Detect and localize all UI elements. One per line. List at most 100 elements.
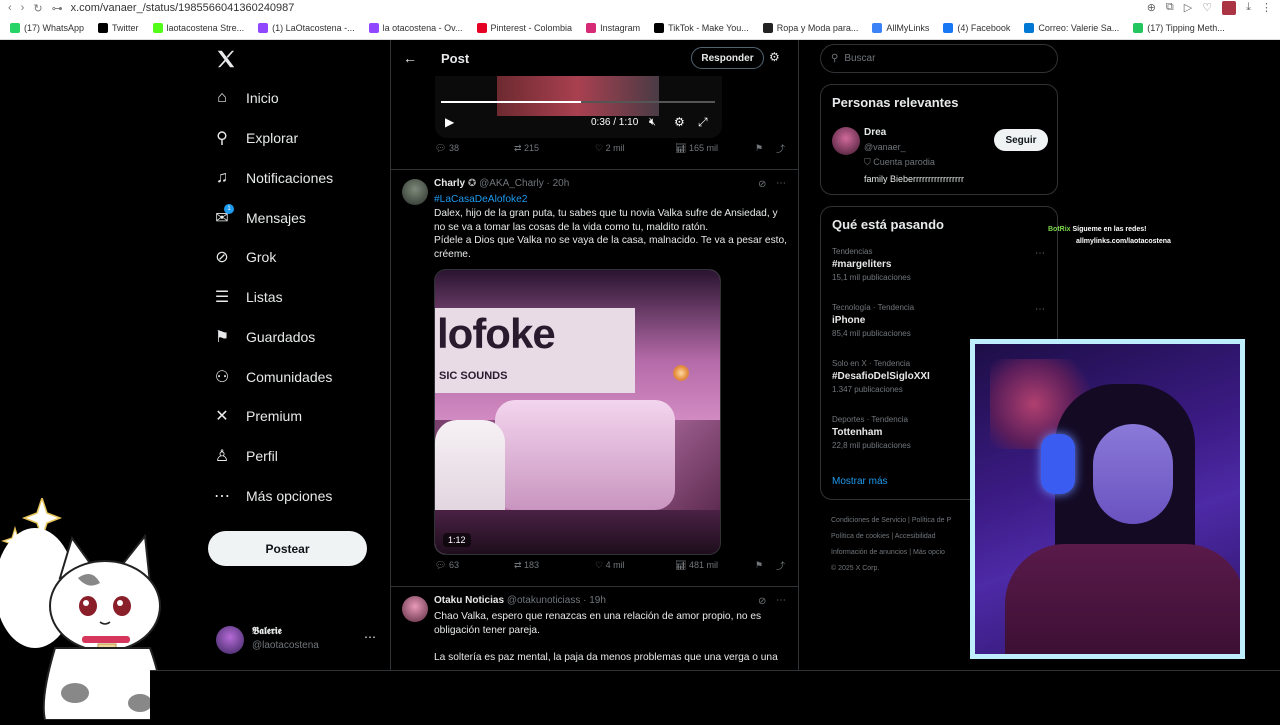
reply-settings-icon[interactable]: ⚙ (769, 50, 780, 64)
x-logo-icon[interactable] (215, 48, 237, 70)
settings-icon[interactable]: ⚙ (674, 115, 685, 129)
bookmark-item[interactable]: Twitter (94, 21, 143, 35)
fullscreen-icon[interactable]: ⤢ (698, 115, 708, 130)
tweet-author-handle[interactable]: @AKA_Charly · 20h (479, 178, 569, 189)
bookmark-label: TikTok - Make You... (668, 22, 749, 33)
bookmark-item[interactable]: (17) Tipping Meth... (1129, 21, 1229, 35)
back-arrow-icon[interactable]: ← (403, 50, 417, 66)
trend-item[interactable]: Tecnología · Tendencia iPhone 85,4 mil pub… (832, 303, 1047, 338)
search-input[interactable]: ⚲ Buscar (820, 44, 1058, 73)
url-field[interactable]: x.com/vanaer_/status/1985566041360240987 (71, 2, 1147, 14)
user-avatar[interactable] (832, 127, 860, 155)
profile-avatar[interactable] (1222, 1, 1237, 15)
sidebar-item-mensajes[interactable]: ✉ Mensajes 1 (212, 204, 306, 228)
follow-button[interactable]: Seguir (994, 129, 1048, 151)
trend-more-icon[interactable]: ⋯ (1035, 248, 1045, 259)
bookmark-item[interactable]: Ropa y Moda para... (759, 21, 863, 35)
bookmark-icon[interactable]: ⚑ (755, 560, 763, 571)
mute-icon[interactable]: 🔇︎ (649, 116, 656, 129)
video-logo-text: lofoke (437, 310, 556, 357)
sidebar-item-premium[interactable]: ✕ Premium (212, 406, 302, 426)
back-icon[interactable]: ‹ (8, 2, 12, 15)
trend-item[interactable]: Tendencias #margeliters 15,1 mil publicaci… (832, 247, 1047, 282)
sidebar-item-comunidades[interactable]: ⚇ Comunidades (212, 367, 333, 387)
reply-button[interactable]: Responder (691, 47, 764, 69)
sidebar-item-grok[interactable]: ⊘ Grok (212, 247, 276, 267)
views-action[interactable]: 📊︎ 481 mil (675, 560, 718, 571)
account-avatar (216, 626, 244, 654)
sidebar-item-listas[interactable]: ☰ Listas (212, 287, 283, 307)
reload-icon[interactable]: ↻ (33, 2, 42, 15)
footer-link[interactable]: Política de cookies (831, 533, 889, 540)
extensions-icon[interactable]: ⧉ (1166, 1, 1174, 15)
tweet-hashtag[interactable]: #LaCasaDeAlofoke2 (434, 193, 790, 207)
tweet-more-icon[interactable]: ⋯ (776, 178, 786, 189)
like-action[interactable]: ♡ 2 mil (595, 143, 625, 154)
repost-action[interactable]: ⇄ 183 (514, 560, 539, 571)
share-icon[interactable]: ▷ (1184, 1, 1192, 15)
sidebar-item-guardados[interactable]: ⚑ Guardados (212, 327, 315, 347)
footer-link[interactable]: Condiciones de Servicio (831, 517, 906, 524)
bookmark-icon[interactable]: ⚑ (755, 143, 763, 154)
more-circle-icon: ⋯ (214, 488, 230, 505)
menu-icon[interactable]: ⋮ (1261, 1, 1272, 15)
share-icon[interactable]: ⤴ (776, 142, 785, 155)
card-title: Personas relevantes (832, 95, 959, 110)
sidebar-item-label: Mensajes (246, 210, 306, 226)
bookmark-item[interactable]: AllMyLinks (868, 21, 933, 35)
tweet-avatar[interactable] (402, 179, 428, 205)
footer-link[interactable]: Accesibilidad (895, 533, 936, 540)
sidebar-item-inicio[interactable]: ⌂ Inicio (212, 88, 279, 108)
bookmark-item[interactable]: (17) WhatsApp (6, 21, 88, 35)
address-bar: ‹ › ↻ ⊶ x.com/vanaer_/status/19855660413… (0, 0, 1280, 16)
bookmark-item[interactable]: (4) Facebook (939, 21, 1014, 35)
views-action[interactable]: 📊︎ 165 mil (675, 143, 718, 154)
grok-icon[interactable]: ⊘ (758, 596, 766, 607)
play-icon[interactable]: ▶ (445, 115, 454, 129)
grok-icon[interactable]: ⊘ (758, 179, 766, 190)
repost-action[interactable]: ⇄ 215 (514, 143, 539, 154)
footer-link[interactable]: Política de P (912, 517, 951, 524)
tweet-author-name[interactable]: Otaku Noticias (434, 595, 504, 606)
bookmark-item[interactable]: Pinterest - Colombia (473, 21, 577, 35)
relevant-people-card: Personas relevantes Drea @vanaer_ ⛉ Cuen… (820, 84, 1058, 195)
favorite-icon[interactable]: ♡ (1202, 1, 1212, 15)
zoom-icon[interactable]: ⊕ (1147, 1, 1156, 15)
divider (391, 169, 799, 170)
bookmark-favicon-icon (872, 22, 883, 33)
forward-icon[interactable]: › (21, 2, 25, 15)
footer-link[interactable]: Información de anuncios (831, 549, 907, 556)
show-more-link[interactable]: Mostrar más (832, 476, 888, 487)
bookmark-label: la otacostena - Ov... (382, 22, 463, 33)
sidebar-item-explorar[interactable]: ⚲ Explorar (212, 128, 298, 148)
account-more-icon[interactable]: ⋯ (364, 630, 376, 644)
cat-sticker (0, 495, 175, 721)
like-action[interactable]: ♡ 4 mil (595, 560, 625, 571)
sidebar-item-notificaciones[interactable]: ♫ Notificaciones (212, 168, 333, 188)
tweet-avatar[interactable] (402, 596, 428, 622)
tweet-video[interactable]: lofoke SIC SOUNDS 1:12 (434, 269, 721, 555)
tweet-author-name[interactable]: Charly (434, 178, 465, 189)
bookmark-item[interactable]: TikTok - Make You... (650, 21, 753, 35)
tweet-author-handle[interactable]: @otakunoticiass · 19h (507, 595, 606, 606)
account-switcher[interactable]: 𝕭𝖆𝖑𝖊𝖗𝖎𝖊 @laotacostena ⋯ (214, 624, 379, 656)
bookmark-item[interactable]: la otacostena - Ov... (365, 21, 467, 35)
trend-more-icon[interactable]: ⋯ (1035, 304, 1045, 315)
user-name[interactable]: Drea (864, 127, 886, 138)
bookmark-item[interactable]: Correo: Valerie Sa... (1020, 21, 1123, 35)
share-icon[interactable]: ⤴ (776, 559, 785, 572)
tweet-more-icon[interactable]: ⋯ (776, 595, 786, 606)
reply-action[interactable]: 💬︎ 38 (435, 143, 459, 154)
sidebar-item-m-s-opciones[interactable]: ⋯ Más opciones (212, 486, 332, 506)
reply-action[interactable]: 💬︎ 63 (435, 560, 459, 571)
download-icon[interactable]: ⤓ (1246, 1, 1251, 15)
sidebar-item-perfil[interactable]: ♙ Perfil (212, 446, 278, 466)
site-info-icon[interactable]: ⊶ (52, 2, 63, 15)
bookmark-item[interactable]: Instagram (582, 21, 644, 35)
footer-link[interactable]: Más opcio (913, 549, 945, 556)
bookmark-item[interactable]: laotacostena Stre... (149, 21, 249, 35)
account-handle: @laotacostena (252, 640, 319, 651)
bookmark-item[interactable]: (1) LaOtacostena -... (254, 21, 359, 35)
post-button[interactable]: Postear (208, 531, 367, 566)
video-player[interactable]: ▶ 0:36 / 1:10 🔇︎ ⚙ ⤢ (435, 76, 722, 138)
